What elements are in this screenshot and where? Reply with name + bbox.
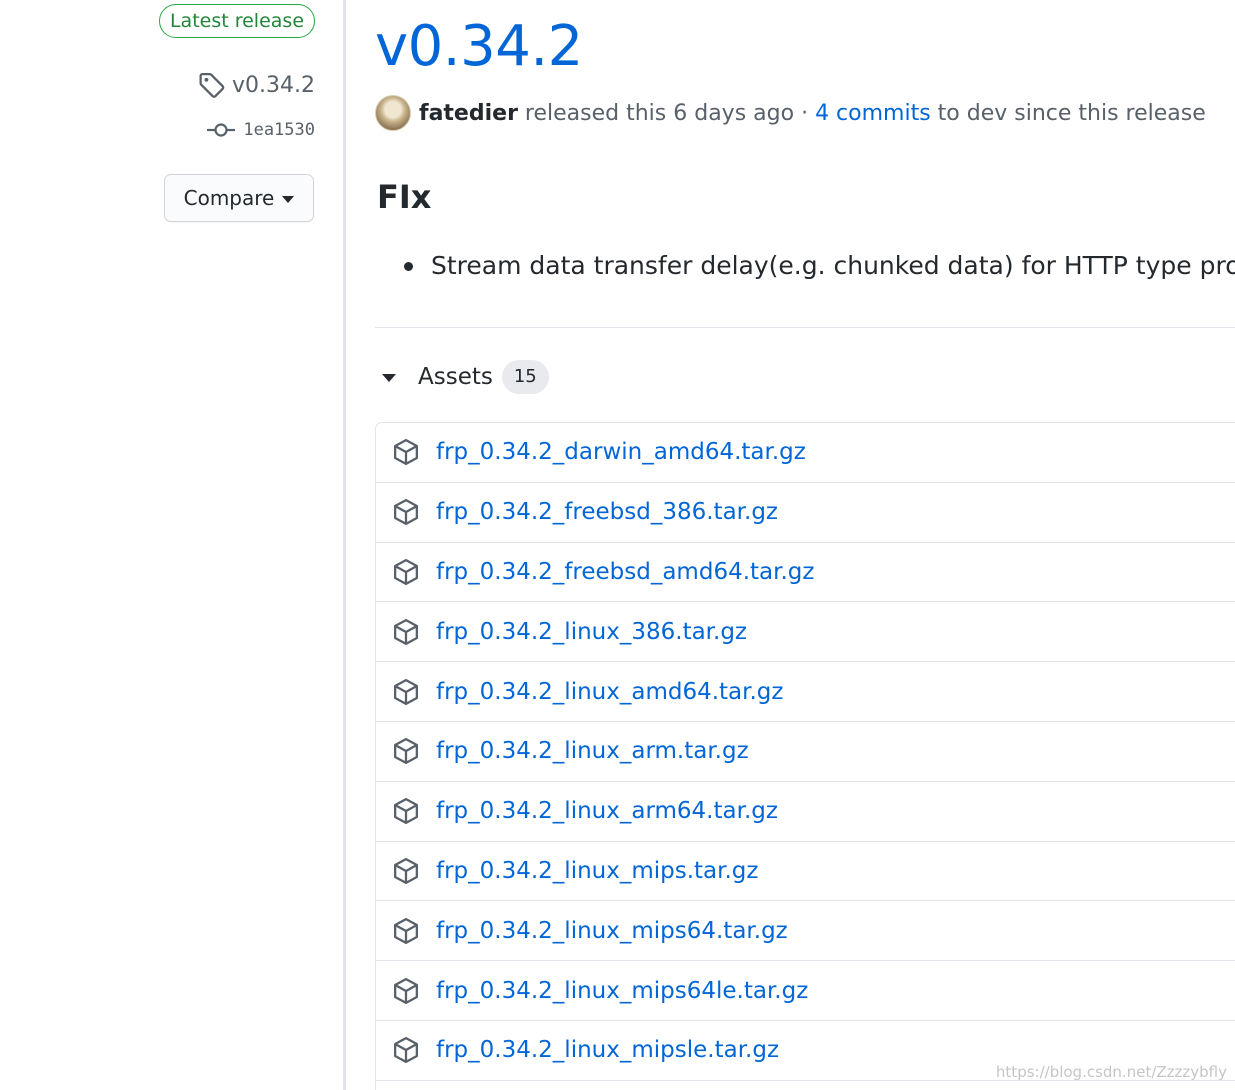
release-meta: fatedier released this 6 days ago · 4 co… — [375, 94, 1206, 132]
release-page: Latest release v0.34.2 1ea1530 Compare v… — [0, 0, 1235, 1090]
package-icon — [394, 917, 418, 944]
bullet-icon — [404, 262, 413, 271]
asset-row: frp_0.34.2_freebsd_amd64.tar.gz — [376, 543, 1235, 603]
assets-list: frp_0.34.2_darwin_amd64.tar.gz frp_0.34.2… — [375, 422, 1235, 1090]
asset-download-link[interactable]: frp_0.34.2_linux_mips.tar.gz — [436, 858, 758, 884]
asset-row: frp_0.34.2_linux_mips.tar.gz — [376, 842, 1235, 902]
release-note-item: Stream data transfer delay(e.g. chunked … — [375, 246, 1235, 286]
release-notes-list: Stream data transfer delay(e.g. chunked … — [375, 246, 1235, 286]
asset-row: frp_0.34.2_linux_mips64le.tar.gz — [376, 961, 1235, 1021]
package-icon — [394, 558, 418, 586]
author-link[interactable]: fatedier — [419, 101, 518, 126]
compare-label: Compare — [183, 186, 275, 210]
release-title[interactable]: v0.34.2 — [375, 12, 583, 82]
latest-release-badge: Latest release — [159, 4, 315, 38]
commits-link[interactable]: 4 commits — [815, 101, 931, 126]
asset-row: frp_0.34.2_darwin_amd64.tar.gz — [376, 423, 1235, 483]
asset-download-link[interactable]: frp_0.34.2_freebsd_386.tar.gz — [436, 499, 778, 525]
asset-download-link[interactable]: frp_0.34.2_linux_mips64le.tar.gz — [436, 978, 808, 1004]
avatar[interactable] — [375, 95, 411, 131]
asset-download-link[interactable]: frp_0.34.2_darwin_amd64.tar.gz — [436, 439, 806, 465]
section-divider — [375, 327, 1235, 328]
package-icon — [394, 857, 418, 885]
asset-row: frp_0.34.2_linux_amd64.tar.gz — [376, 662, 1235, 722]
asset-download-link[interactable]: frp_0.34.2_linux_arm64.tar.gz — [436, 798, 778, 824]
assets-count-badge: 15 — [501, 360, 549, 394]
package-icon — [394, 678, 418, 705]
assets-label: Assets — [418, 364, 493, 390]
commits-suffix: to dev since this release — [937, 100, 1206, 126]
package-icon — [394, 798, 418, 825]
notes-heading: FIx — [377, 178, 432, 216]
package-icon — [394, 977, 418, 1004]
commit-sha: 1ea1530 — [243, 120, 315, 140]
meta-separator: · — [801, 100, 809, 126]
asset-row: frp_0.34.2_linux_mips64.tar.gz — [376, 901, 1235, 962]
compare-button[interactable]: Compare — [164, 174, 314, 222]
package-icon — [394, 439, 418, 466]
git-commit-icon — [207, 123, 236, 137]
asset-download-link[interactable]: frp_0.34.2_linux_386.tar.gz — [436, 619, 747, 645]
asset-row: frp_0.34.2_linux_arm64.tar.gz — [376, 782, 1235, 842]
asset-download-link[interactable]: frp_0.34.2_linux_mips64.tar.gz — [436, 918, 788, 944]
package-icon — [394, 499, 418, 526]
released-text: released this 6 days ago — [524, 100, 795, 126]
asset-download-link[interactable]: frp_0.34.2_linux_amd64.tar.gz — [436, 679, 783, 705]
asset-download-link[interactable]: frp_0.34.2_linux_arm.tar.gz — [436, 738, 749, 764]
watermark-text: https://blog.csdn.net/Zzzzybfly — [995, 1063, 1227, 1081]
commit-link[interactable]: 1ea1530 — [207, 115, 315, 145]
tag-link[interactable]: v0.34.2 — [198, 68, 315, 102]
asset-download-link[interactable]: frp_0.34.2_linux_mipsle.tar.gz — [436, 1037, 779, 1063]
caret-down-icon — [282, 195, 295, 203]
package-icon — [394, 618, 418, 645]
asset-row: frp_0.34.2_linux_arm.tar.gz — [376, 722, 1235, 782]
tag-name: v0.34.2 — [232, 72, 315, 98]
release-main: v0.34.2 fatedier released this 6 days ag… — [375, 0, 1235, 1090]
release-note-text: Stream data transfer delay(e.g. chunked … — [431, 251, 1235, 280]
asset-row: frp_0.34.2_freebsd_386.tar.gz — [376, 483, 1235, 543]
asset-row: frp_0.34.2_linux_386.tar.gz — [376, 602, 1235, 663]
tag-icon — [199, 73, 225, 98]
release-sidebar: Latest release v0.34.2 1ea1530 Compare — [0, 0, 344, 1090]
package-icon — [394, 738, 418, 765]
timeline-divider — [343, 0, 346, 1090]
assets-toggle[interactable]: Assets 15 — [375, 357, 549, 397]
asset-download-link[interactable]: frp_0.34.2_freebsd_amd64.tar.gz — [436, 559, 814, 585]
caret-down-icon — [382, 374, 396, 382]
package-icon — [394, 1037, 418, 1064]
